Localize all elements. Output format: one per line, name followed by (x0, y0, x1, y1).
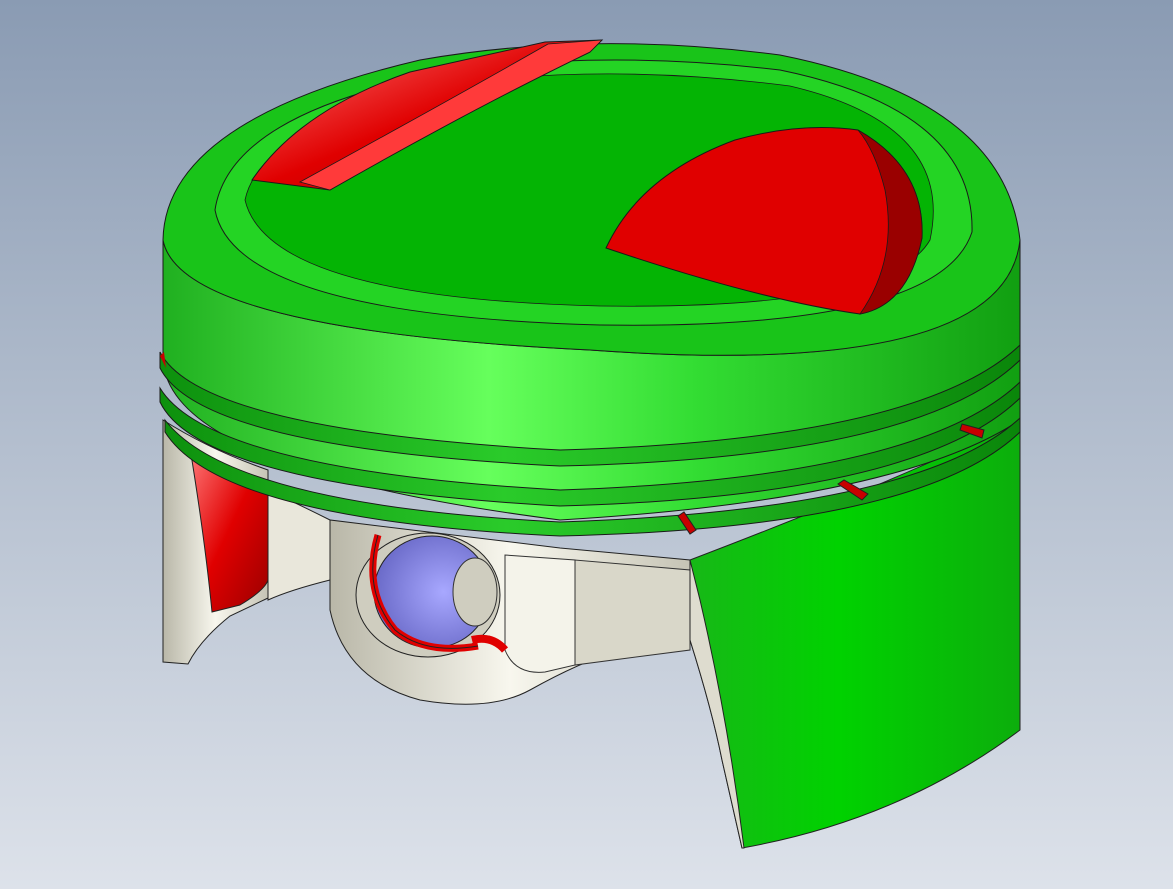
pin-bore-window (452, 557, 498, 627)
piston-model-render[interactable] (0, 0, 1173, 889)
pin-boss-rib (504, 554, 576, 673)
cad-3d-viewport[interactable] (0, 0, 1173, 889)
pin-boss-side (574, 559, 691, 666)
